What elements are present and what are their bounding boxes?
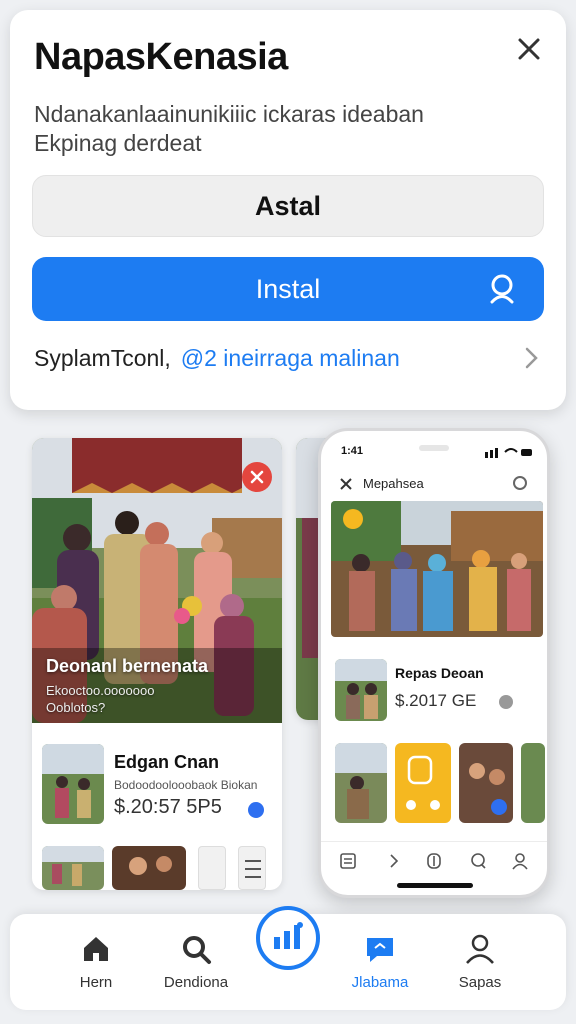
bottom-nav: Hern Dendiona Jlabama Sapas (10, 906, 566, 1010)
phone-header: Mepahsea (321, 469, 547, 499)
item-thumbnail (335, 659, 387, 721)
status-dot-icon (248, 802, 264, 818)
nav-label: Jlabama (351, 974, 409, 991)
sheet-title: NapasKenasia (34, 36, 288, 78)
list-item[interactable]: Edgan Cnan Bodoodoolooobaok Biokan $.20:… (42, 744, 274, 824)
phone-notch (419, 445, 449, 451)
info-icon (499, 695, 513, 709)
close-icon[interactable] (339, 477, 353, 491)
hero-subcaption: Ekooctoo.ooooooo Ooblotos? (46, 683, 155, 715)
home-icon (79, 932, 113, 966)
secondary-button[interactable]: Astal (32, 175, 544, 237)
item-subtitle: Bodoodoolooobaok Biokan (114, 778, 258, 792)
nav-item-home[interactable]: Hern (46, 932, 146, 1002)
product-card[interactable]: Deonanl bernenata Ekooctoo.ooooooo Ooblo… (32, 438, 282, 890)
user-icon[interactable] (511, 852, 529, 870)
install-sheet: NapasKenasia Ndanakanlaainunikiiic ickar… (10, 10, 566, 410)
chat-icon[interactable] (469, 852, 487, 870)
tag-close-icon[interactable] (242, 462, 272, 492)
item-title: Repas Deoan (395, 665, 484, 681)
chevron-right-icon (520, 346, 542, 370)
sheet-description: Ndanakanlaainunikiiic ickaras ideaban Ek… (34, 101, 424, 156)
tile[interactable] (395, 743, 451, 823)
phone-tab-bar (321, 841, 547, 881)
home-indicator (397, 883, 473, 888)
phone-preview: 1:41 Mepahsea Repas Deoan $.2017 GE (318, 428, 550, 898)
link-prefix: SyplamTconl, (34, 344, 171, 371)
item-thumbnail (42, 744, 104, 824)
nav-item-center[interactable] (256, 906, 320, 970)
nav-label: Sapas (458, 974, 502, 991)
nav-label: Hern (79, 974, 113, 991)
close-icon[interactable] (512, 32, 546, 66)
nav-item-search[interactable]: Dendiona (146, 932, 246, 1002)
thumbnail[interactable] (42, 846, 104, 890)
tile[interactable] (459, 743, 513, 823)
phone-title: Mepahsea (363, 476, 424, 491)
install-button-label: Instal (255, 273, 321, 304)
nav-label: Dendiona (163, 974, 229, 991)
item-price: $.2017 GE (395, 691, 477, 710)
link-text[interactable]: @2 ineirraga malinan (181, 345, 400, 372)
search-icon (179, 932, 213, 966)
hero-caption: Deonanl bernenata (46, 656, 209, 676)
tile[interactable] (335, 743, 387, 823)
secondary-button-label: Astal (254, 190, 322, 221)
document-icon[interactable] (339, 852, 357, 870)
hero-image: Deonanl bernenata Ekooctoo.ooooooo Ooblo… (32, 438, 282, 723)
user-icon (463, 932, 497, 966)
nav-item-profile[interactable]: Sapas (430, 932, 530, 1002)
list-item[interactable]: Repas Deoan $.2017 GE (335, 659, 545, 725)
menu-icon[interactable] (238, 846, 266, 890)
install-button[interactable]: Instal (32, 257, 544, 321)
thumbnail-strip (42, 846, 274, 890)
thumbnail[interactable] (112, 846, 186, 890)
item-price: $.20:57 5P5 (114, 796, 222, 818)
search-icon (484, 271, 520, 307)
signal-wifi-battery-icon (485, 445, 533, 458)
status-time: 1:41 (341, 445, 364, 457)
chevron-right-icon[interactable] (385, 852, 403, 870)
more-icon[interactable] (513, 476, 527, 490)
tile[interactable] (521, 743, 545, 823)
phone-hero-image (331, 501, 543, 637)
more-link-row[interactable]: SyplamTconl, @2 ineirraga malinan (34, 340, 546, 376)
tile-grid (335, 743, 545, 823)
chart-icon (270, 921, 306, 956)
timer-icon[interactable] (198, 846, 226, 890)
nav-item-messages[interactable]: Jlabama (330, 932, 430, 1002)
chat-icon (363, 932, 397, 966)
item-title: Edgan Cnan (114, 752, 220, 772)
shield-icon[interactable] (425, 852, 443, 870)
